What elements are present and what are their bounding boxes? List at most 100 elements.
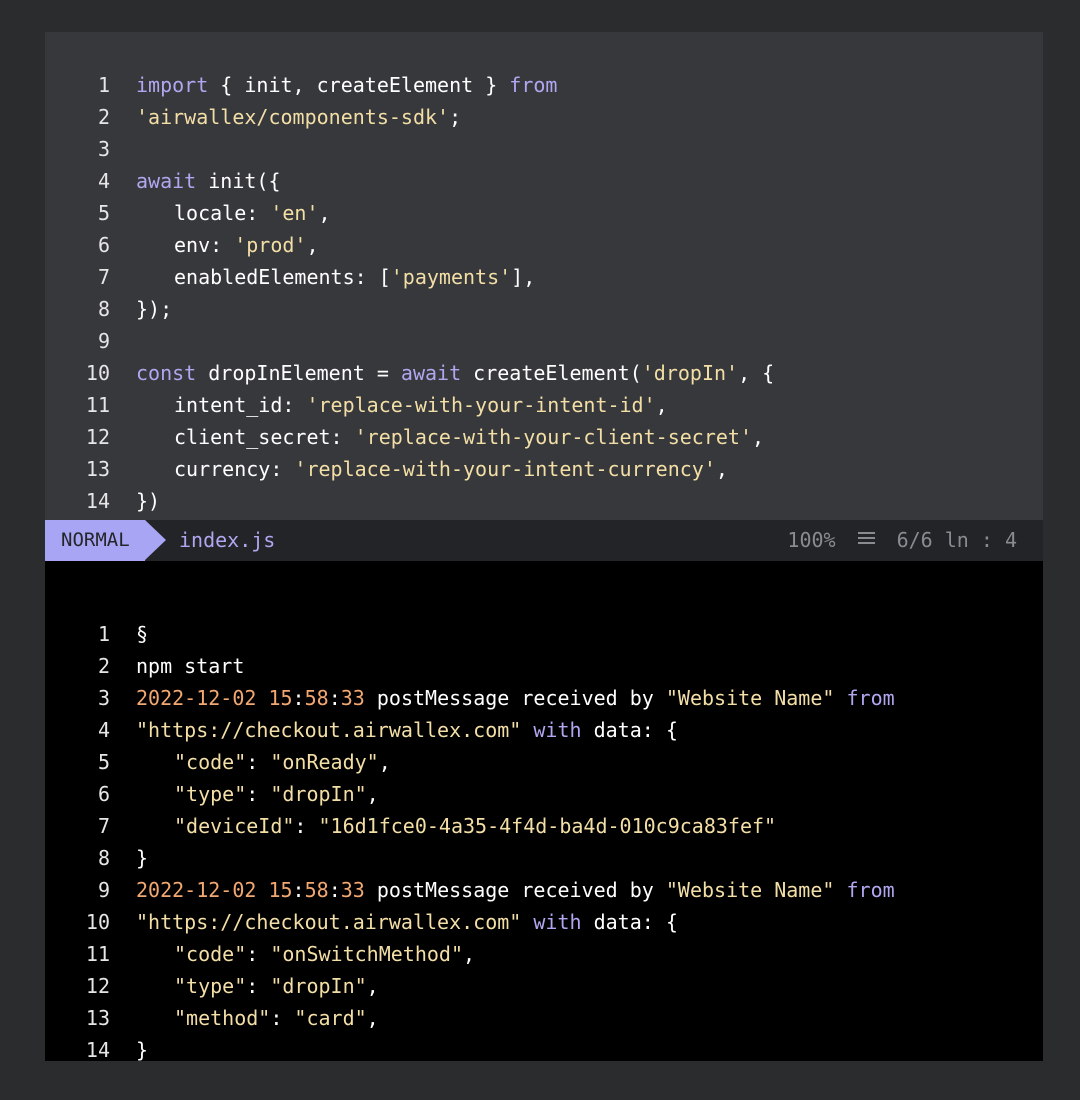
terminal-line: 14} [45,1034,895,1066]
code-window: 1 import { init, createElement } from 2'ai… [45,32,1043,1062]
code-token: with [533,910,582,934]
line-code: "https://checkout.airwallex.com" with da… [110,906,678,938]
code-token: { init, createElement } [208,73,510,97]
code-token: from [509,73,558,97]
line-number: 2 [97,105,110,129]
code-token: , [655,393,668,417]
status-right: 100% 6/6 ln : 4 [787,520,1017,561]
code-token: 58 [304,686,329,710]
terminal-line: 12 "type": "dropIn", [45,970,895,1002]
terminal-line: 3 2022-12-02 15:58:33 postMessage receive… [45,682,895,714]
code-token: "deviceId" [174,814,295,838]
code-token: , [463,942,476,966]
terminal-pane[interactable]: 1 § 2 npm start 3 2022-12-02 15:58:33 postMes… [45,561,1043,1062]
code-token: "dropIn" [270,782,367,806]
code-token: "dropIn" [270,974,367,998]
code-token: "Website Name" [665,686,835,710]
line-code: import { init, createElement } from [110,69,557,101]
editor-pane[interactable]: 1 import { init, createElement } from 2'ai… [45,32,1043,520]
code-token: : [246,942,271,966]
code-token: data: { [581,910,678,934]
code-token: ], [511,265,536,289]
line-number: 12 [85,425,110,449]
code-token: : [246,750,271,774]
code-token: 'en' [270,201,319,225]
menu-lines-icon [857,532,875,545]
line-code: }) [110,485,160,517]
editor-lines: 1 import { init, createElement } from 2'ai… [45,69,774,517]
code-token: const [136,361,197,385]
line-code: await init({ [110,165,281,197]
code-token: , [378,750,391,774]
code-token: env: [174,233,235,257]
code-token: 2022-12-02 15 [136,686,293,710]
code-token: intent_id: [174,393,307,417]
line-number: 13 [85,457,110,481]
editor-line: 4 await init({ [45,165,774,197]
code-token: "method" [174,1006,271,1030]
line-number: 6 [97,782,110,806]
code-token: : [246,782,271,806]
code-token: , [715,457,728,481]
code-token: "onSwitchMethod" [270,942,463,966]
code-token: currency: [174,457,295,481]
line-number: 13 [85,1006,110,1030]
code-token: , [306,233,319,257]
mode-arrow [145,520,166,560]
line-number: 8 [97,297,110,321]
line-number: 8 [97,846,110,870]
line-number: 12 [85,974,110,998]
code-token: : [328,878,341,902]
code-token: locale: [174,201,271,225]
line-number: 14 [85,489,110,513]
line-code: "code": "onSwitchMethod", [110,938,475,970]
terminal-line: 7 "deviceId": "16d1fce0-4a35-4f4d-ba4d-01… [45,810,895,842]
code-token: "https://checkout.airwallex.com" [136,910,522,934]
code-token: , [318,201,331,225]
terminal-line: 10 "https://checkout.airwallex.com" with … [45,906,895,938]
code-token: 'dropIn' [641,361,739,385]
line-number: 14 [85,1038,110,1062]
code-token: , [366,1006,379,1030]
scroll-percent: 100% [787,528,836,552]
code-token: 'replace-with-your-intent-id' [306,393,656,417]
line-code: client_secret: 'replace-with-your-client… [110,421,764,453]
line-code: enabledElements: ['payments'], [110,261,535,293]
line-number: 9 [97,878,110,902]
editor-line: 10 const dropInElement = await createElem… [45,357,774,389]
terminal-line: 9 2022-12-02 15:58:33 postMessage receive… [45,874,895,906]
editor-line: 5 locale: 'en', [45,197,774,229]
code-token: init({ [196,169,281,193]
code-token: "type" [174,974,247,998]
terminal-line: 5 "code": "onReady", [45,746,895,778]
line-number: 10 [85,361,110,385]
code-token: "Website Name" [665,878,835,902]
line-code: intent_id: 'replace-with-your-intent-id'… [110,389,668,421]
line-code: }); [110,293,172,325]
code-token: "card" [294,1006,367,1030]
line-number: 4 [97,169,110,193]
code-token: "type" [174,782,247,806]
code-token: 'replace-with-your-intent-currency' [294,457,716,481]
line-number: 3 [97,137,110,161]
cursor-position: 6/6 ln : 4 [896,528,1017,552]
code-token: await [400,361,462,385]
code-token: , [751,425,765,449]
code-token: : [270,1006,295,1030]
code-token: await [136,169,197,193]
line-code: "type": "dropIn", [110,970,379,1002]
code-token: : [328,686,341,710]
line-number: 2 [97,654,110,678]
line-number: 11 [85,942,110,966]
editor-line: 14}) [45,485,774,517]
code-token: 58 [304,878,329,902]
line-code: currency: 'replace-with-your-intent-curr… [110,453,728,485]
editor-line: 11 intent_id: 'replace-with-your-intent-i… [45,389,774,421]
line-number: 7 [97,814,110,838]
code-token: }); [136,297,173,321]
code-token: : [292,686,305,710]
editor-line: 1 import { init, createElement } from [45,69,774,101]
